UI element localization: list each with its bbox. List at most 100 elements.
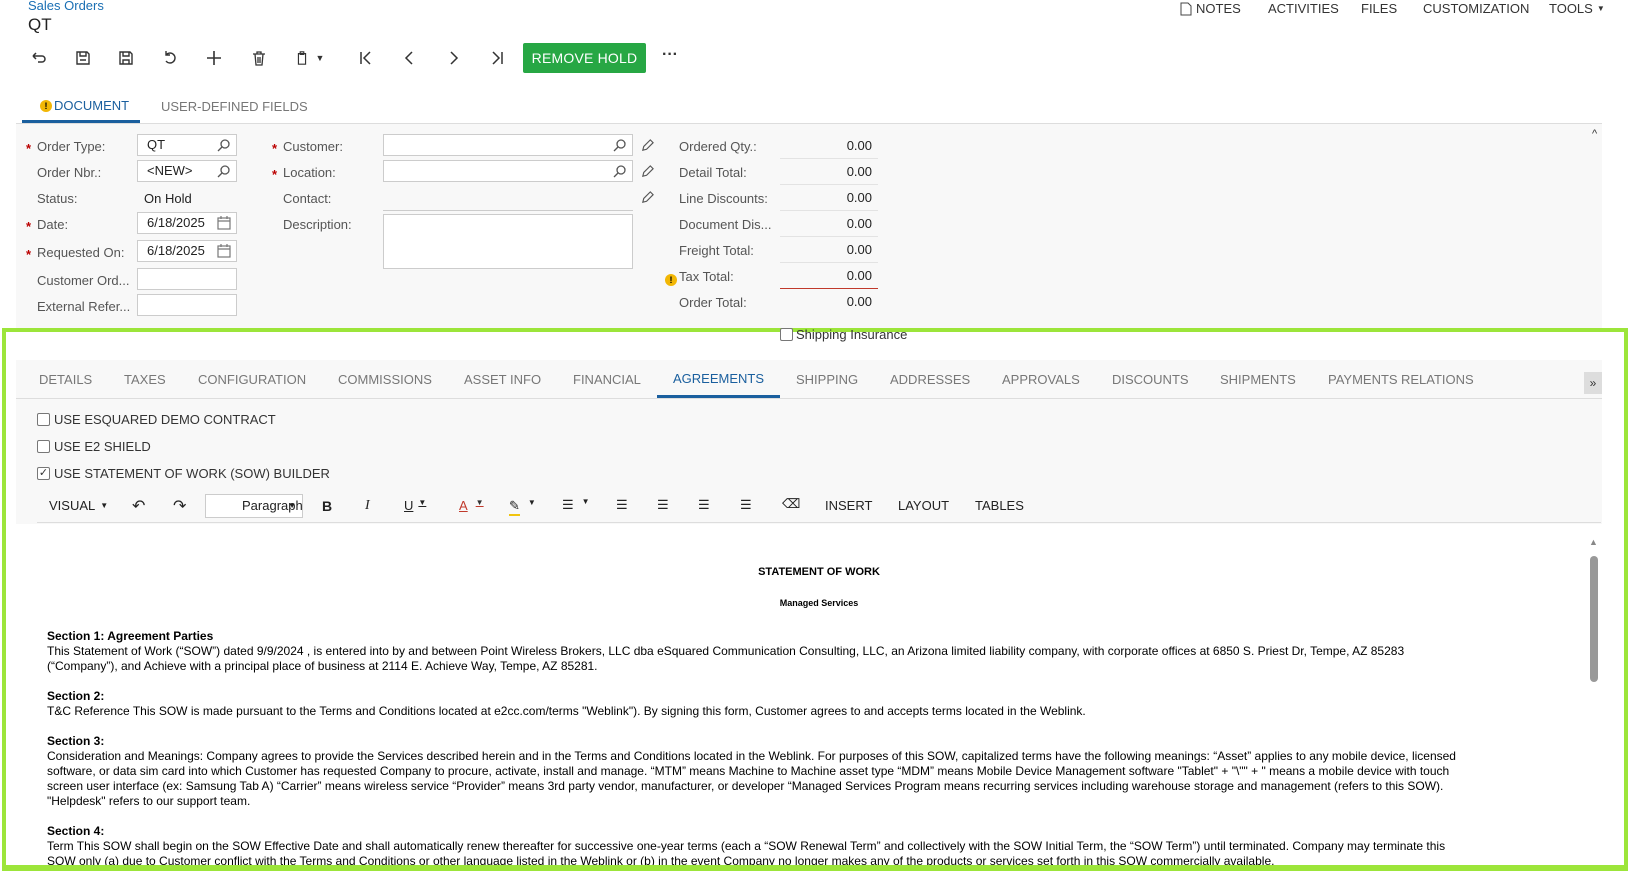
tab-approvals[interactable]: APPROVALS: [1002, 372, 1080, 387]
doc-subtitle: Managed Services: [779, 598, 859, 608]
add-button[interactable]: [200, 44, 228, 72]
last-record-button[interactable]: [483, 44, 511, 72]
date-field[interactable]: 6/18/2025: [137, 212, 237, 234]
next-record-button[interactable]: [439, 44, 467, 72]
order-nbr-field[interactable]: <NEW>: [137, 160, 237, 182]
undo-icon[interactable]: ↶: [132, 496, 145, 516]
remove-hold-button[interactable]: REMOVE HOLD: [523, 43, 646, 73]
edit-pencil-icon[interactable]: [640, 190, 655, 205]
requested-on-value: 6/18/2025: [147, 243, 205, 258]
esquared-demo-label: USE ESQUARED DEMO CONTRACT: [54, 412, 276, 427]
files-button[interactable]: FILES: [1361, 1, 1397, 16]
save-close-button[interactable]: [69, 44, 97, 72]
notes-button[interactable]: NOTES: [1180, 1, 1241, 16]
tab-shipping[interactable]: SHIPPING: [796, 372, 858, 387]
section-text: (“Company”), and Achieve with a principa…: [47, 659, 598, 673]
numbered-list-icon[interactable]: ☰: [616, 497, 628, 513]
first-record-button[interactable]: [352, 44, 380, 72]
tab-details[interactable]: DETAILS: [39, 372, 92, 387]
font-color-icon[interactable]: A ▼: [459, 498, 484, 513]
caret-down-icon: ▼: [1596, 4, 1605, 13]
redo-icon[interactable]: ↷: [173, 496, 186, 516]
save-button[interactable]: [112, 44, 140, 72]
bold-icon[interactable]: B: [322, 498, 332, 514]
edit-pencil-icon[interactable]: [640, 138, 655, 153]
description-textarea[interactable]: [383, 214, 633, 269]
more-actions-button[interactable]: ···: [662, 46, 678, 64]
calendar-icon[interactable]: [216, 215, 232, 231]
customer-label: Customer:: [283, 139, 343, 154]
calendar-icon[interactable]: [216, 243, 232, 259]
paragraph-format-select[interactable]: Paragraph ▼: [205, 494, 303, 518]
tab-discounts[interactable]: DISCOUNTS: [1112, 372, 1189, 387]
chevron-right-icon: [450, 51, 459, 65]
underline-icon[interactable]: U ▼: [404, 498, 426, 513]
customer-field[interactable]: [383, 134, 633, 156]
bullet-list-icon[interactable]: ☰: [657, 497, 669, 513]
tab-configuration[interactable]: CONFIGURATION: [198, 372, 306, 387]
contact-underline: [383, 210, 633, 211]
tab-document[interactable]: ! DOCUMENT: [40, 98, 129, 113]
tab-commissions[interactable]: COMMISSIONS: [338, 372, 432, 387]
customization-button[interactable]: CUSTOMIZATION: [1423, 1, 1529, 16]
activities-button[interactable]: ACTIVITIES: [1268, 1, 1339, 16]
search-icon[interactable]: [216, 137, 232, 153]
edit-pencil-icon[interactable]: [640, 164, 655, 179]
shipping-insurance-checkbox[interactable]: [780, 328, 793, 341]
tools-button[interactable]: TOOLS ▼: [1549, 1, 1605, 16]
layout-menu[interactable]: LAYOUT: [898, 498, 949, 513]
sow-editor[interactable]: STATEMENT OF WORK Managed Services Secti…: [37, 524, 1601, 871]
tab-user-defined-fields[interactable]: USER-DEFINED FIELDS: [161, 99, 308, 114]
visual-mode-dropdown[interactable]: VISUAL ▼: [49, 498, 108, 513]
order-type-field[interactable]: QT: [137, 134, 237, 156]
ordered-qty-value: 0.00: [780, 133, 878, 159]
more-tabs-button[interactable]: »: [1584, 372, 1602, 394]
cancel-button[interactable]: [156, 44, 184, 72]
external-ref-field[interactable]: [137, 294, 237, 316]
scroll-up-arrow[interactable]: ▲: [1589, 537, 1598, 547]
section-heading: Section 3:: [47, 734, 105, 748]
delete-button[interactable]: [245, 44, 273, 72]
tab-asset-info[interactable]: ASSET INFO: [464, 372, 541, 387]
external-ref-label: External Refer...: [37, 299, 131, 314]
shipping-insurance-label: Shipping Insurance: [796, 327, 908, 342]
contact-label: Contact:: [283, 191, 332, 206]
insert-menu[interactable]: INSERT: [825, 498, 872, 513]
clear-format-icon[interactable]: ⌫: [782, 496, 800, 512]
align-dropdown[interactable]: ☰ ▼: [562, 497, 590, 513]
outdent-icon[interactable]: ☰: [698, 497, 710, 513]
section-heading: Section 4:: [47, 824, 105, 838]
requested-on-field[interactable]: 6/18/2025: [137, 240, 237, 262]
tab-taxes[interactable]: TAXES: [124, 372, 166, 387]
indent-icon[interactable]: ☰: [740, 497, 752, 513]
section-text: screen user interface (ex: Samsung Tab A…: [47, 779, 1444, 793]
previous-record-button[interactable]: [396, 44, 424, 72]
highlight-color-icon[interactable]: ✎ ▼: [509, 498, 536, 516]
breadcrumb[interactable]: Sales Orders: [28, 0, 104, 13]
tab-relations[interactable]: RELATIONS: [1401, 372, 1474, 387]
italic-icon[interactable]: I: [365, 498, 370, 514]
e2-shield-checkbox[interactable]: [37, 440, 50, 453]
line-discounts-value: 0.00: [780, 185, 878, 211]
sow-builder-checkbox[interactable]: ✓: [37, 467, 50, 480]
customer-ord-field[interactable]: [137, 268, 237, 290]
collapse-icon[interactable]: ^: [1592, 128, 1597, 140]
caret-down-icon: ▼: [581, 497, 590, 506]
tab-payments[interactable]: PAYMENTS: [1328, 372, 1398, 387]
editor-scrollbar-thumb[interactable]: [1590, 556, 1598, 682]
tab-shipments[interactable]: SHIPMENTS: [1220, 372, 1296, 387]
tab-agreements[interactable]: AGREEMENTS: [673, 371, 764, 386]
esquared-demo-checkbox[interactable]: [37, 413, 50, 426]
search-icon[interactable]: [612, 163, 628, 179]
tables-menu[interactable]: TABLES: [975, 498, 1024, 513]
tab-financial[interactable]: FINANCIAL: [573, 372, 641, 387]
copy-paste-button[interactable]: ▼: [288, 44, 330, 72]
tab-addresses[interactable]: ADDRESSES: [890, 372, 970, 387]
detail-total-value: 0.00: [780, 159, 878, 185]
search-icon[interactable]: [216, 163, 232, 179]
required-marker: *: [272, 167, 278, 182]
location-field[interactable]: [383, 160, 633, 182]
back-button[interactable]: [25, 44, 53, 72]
search-icon[interactable]: [612, 137, 628, 153]
align-left-icon: ☰: [562, 497, 574, 512]
